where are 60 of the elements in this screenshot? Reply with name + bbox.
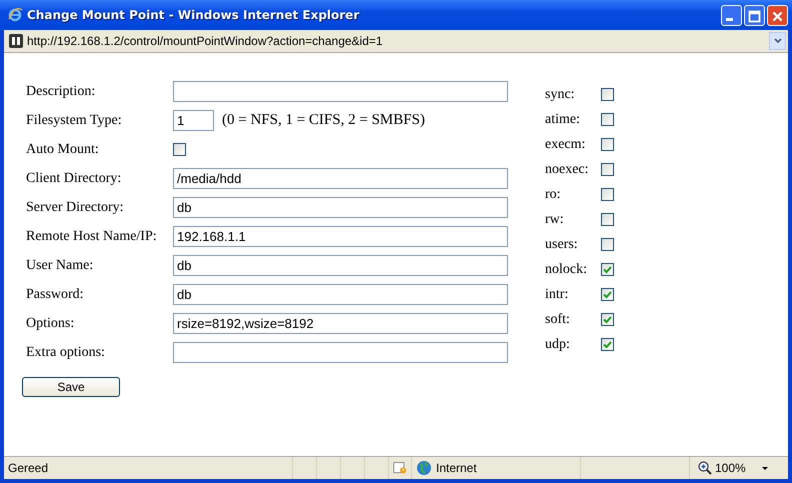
option-label: soft: [545, 312, 571, 328]
globe-icon [416, 460, 432, 476]
text-field[interactable]: 1 [173, 110, 214, 131]
field-label: Server Directory: [26, 200, 125, 216]
checkbox[interactable] [601, 188, 614, 201]
text-field[interactable]: db [173, 197, 508, 218]
option-label: rw: [545, 212, 565, 228]
field-label: Auto Mount: [26, 142, 100, 158]
text-field[interactable]: rsize=8192,wsize=8192 [173, 313, 508, 334]
zoom-button[interactable]: 100% [690, 457, 777, 479]
checkbox[interactable] [601, 163, 614, 176]
option-label: nolock: [545, 262, 588, 278]
warning-page-icon [393, 460, 407, 476]
zone-text: Internet [436, 461, 477, 475]
checkbox[interactable] [601, 288, 614, 301]
caret-icon [760, 466, 769, 470]
option-label: atime: [545, 112, 581, 128]
field-label: Client Directory: [26, 170, 122, 186]
option-label: users: [545, 236, 579, 252]
option-label: udp: [545, 336, 571, 352]
window-title: Change Mount Point - Windows Internet Explorer [27, 8, 360, 22]
checkbox[interactable] [601, 138, 614, 151]
text-field[interactable]: db [173, 284, 508, 305]
maximize-button[interactable] [744, 4, 765, 26]
field-label: Filesystem Type: [26, 112, 123, 128]
checkbox[interactable] [601, 313, 614, 326]
minimize-button[interactable] [721, 4, 742, 26]
checkbox[interactable] [601, 213, 614, 226]
option-label: execm: [545, 136, 586, 152]
zoom-icon [698, 461, 712, 475]
option-label: sync: [545, 86, 576, 102]
field-label: Extra options: [26, 344, 106, 360]
option-label: noexec: [545, 162, 590, 178]
minimize-icon [726, 18, 733, 20]
checkbox[interactable] [601, 88, 614, 101]
field-label: Remote Host Name/IP: [26, 228, 158, 244]
field-label: User Name: [26, 258, 94, 274]
checkbox[interactable] [601, 238, 614, 251]
text-field[interactable]: db [173, 255, 508, 276]
field-label: Description: [26, 84, 96, 100]
browser-icon [7, 7, 23, 23]
text-field[interactable]: 192.168.1.1 [173, 226, 508, 247]
option-label: intr: [545, 286, 570, 302]
option-label: ro: [545, 186, 562, 202]
checkbox[interactable] [601, 263, 614, 276]
save-button[interactable]: Save [22, 377, 120, 397]
close-button[interactable] [767, 4, 788, 26]
checkbox[interactable] [173, 143, 186, 156]
chevron-down-icon [772, 36, 782, 46]
text-field[interactable]: /media/hdd [173, 168, 508, 189]
text-field[interactable] [173, 81, 508, 102]
checkbox[interactable] [601, 113, 614, 126]
field-label: Password: [26, 286, 85, 302]
dropdown-button[interactable] [769, 32, 786, 50]
field-label: Options: [26, 316, 76, 332]
text-field[interactable] [173, 342, 508, 363]
page-icon [9, 34, 23, 48]
status-text: Gereed [4, 457, 293, 479]
checkbox[interactable] [601, 338, 614, 351]
field-hint: (0 = NFS, 1 = CIFS, 2 = SMBFS) [222, 112, 425, 129]
